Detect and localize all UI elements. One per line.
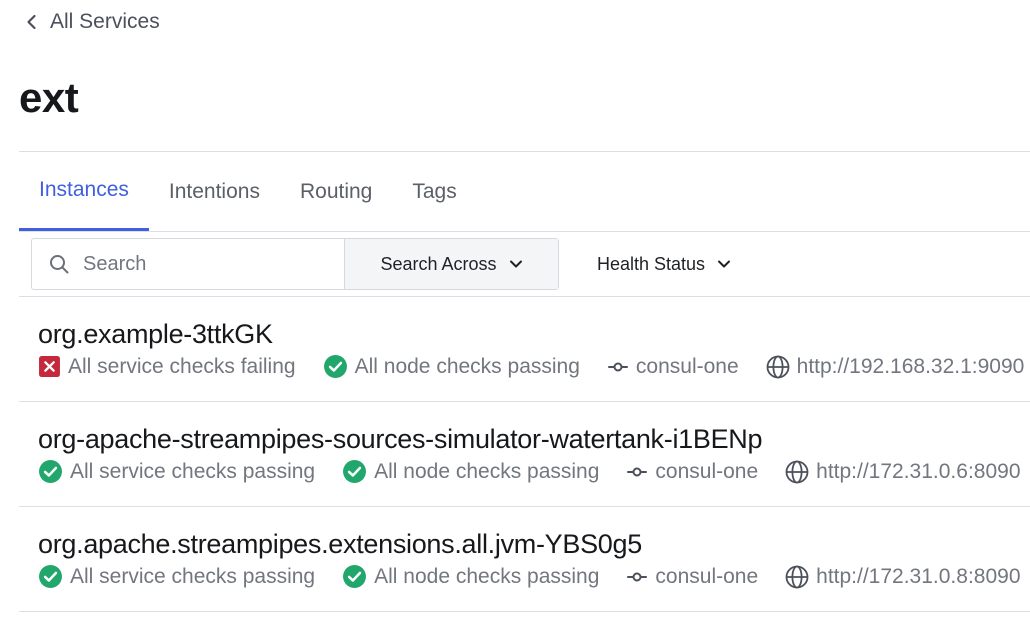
instance-address: http://172.31.0.8:8090 — [785, 564, 1021, 589]
globe-icon — [785, 565, 809, 588]
search-field — [32, 239, 345, 289]
back-link-label: All Services — [50, 10, 160, 33]
check-circle-icon — [343, 565, 367, 588]
node-checks-label: All node checks passing — [354, 354, 580, 378]
instance-address: http://192.168.32.1:9090 — [766, 354, 1025, 379]
node-name: consul-one — [626, 565, 758, 589]
x-square-icon — [39, 356, 60, 377]
node-checks-label: All node checks passing — [374, 459, 600, 483]
service-checks-label: All service checks passing — [70, 564, 316, 588]
check-circle-icon — [39, 460, 62, 483]
git-commit-icon — [607, 362, 628, 371]
search-across-label: Search Across — [380, 253, 497, 274]
divider — [19, 611, 1030, 612]
instance-row[interactable]: org.apache.streampipes.extensions.all.jv… — [19, 507, 1030, 611]
tab-instances[interactable]: Instances — [19, 152, 149, 231]
search-bar: Search Across — [31, 238, 559, 290]
node-label: consul-one — [635, 354, 739, 378]
service-checks-label: All service checks failing — [68, 354, 296, 378]
tab-tags[interactable]: Tags — [392, 152, 476, 231]
instance-meta: All service checks passing All node chec… — [38, 564, 1021, 589]
chevron-down-icon — [509, 260, 522, 268]
address-label: http://192.168.32.1:9090 — [796, 354, 1025, 378]
search-input[interactable] — [81, 251, 305, 277]
health-status-label: Health Status — [597, 253, 706, 274]
tab-bar: Instances Intentions Routing Tags — [19, 152, 477, 231]
divider — [19, 231, 1030, 232]
address-label: http://172.31.0.8:8090 — [816, 564, 1021, 588]
check-circle-icon — [343, 460, 367, 483]
instance-name: org.example-3ttkGK — [38, 319, 273, 349]
globe-icon — [785, 460, 809, 483]
service-checks-status: All service checks passing — [38, 564, 315, 589]
tab-routing[interactable]: Routing — [280, 152, 392, 231]
instance-row[interactable]: org.example-3ttkGK All service checks fa… — [19, 297, 1030, 401]
node-checks-label: All node checks passing — [374, 564, 600, 588]
check-circle-icon — [323, 355, 347, 378]
instance-row[interactable]: org-apache-streampipes-sources-simulator… — [19, 402, 1030, 506]
service-checks-status: All service checks passing — [38, 459, 315, 484]
service-checks-label: All service checks passing — [70, 459, 316, 483]
instance-address: http://172.31.0.6:8090 — [785, 459, 1021, 484]
git-commit-icon — [627, 572, 648, 581]
check-circle-icon — [39, 565, 62, 588]
instance-name: org-apache-streampipes-sources-simulator… — [38, 424, 763, 454]
instance-name: org.apache.streampipes.extensions.all.jv… — [38, 529, 642, 559]
service-checks-status: All service checks failing — [38, 355, 296, 379]
search-across-dropdown[interactable]: Search Across — [345, 239, 558, 289]
health-status-dropdown[interactable]: Health Status — [597, 238, 731, 290]
node-name: consul-one — [607, 355, 739, 379]
instance-meta: All service checks passing All node chec… — [38, 459, 1021, 484]
git-commit-icon — [627, 467, 648, 476]
globe-icon — [766, 355, 790, 378]
chevron-down-icon — [718, 260, 731, 268]
tab-intentions[interactable]: Intentions — [149, 152, 280, 231]
instance-meta: All service checks failing All node chec… — [38, 354, 1024, 379]
chevron-left-icon — [27, 14, 36, 30]
page-title: ext — [19, 74, 79, 121]
node-name: consul-one — [626, 460, 758, 484]
node-checks-status: All node checks passing — [342, 459, 599, 484]
node-label: consul-one — [655, 564, 759, 588]
node-checks-status: All node checks passing — [342, 564, 599, 589]
back-link[interactable]: All Services — [22, 10, 160, 34]
address-label: http://172.31.0.6:8090 — [816, 459, 1021, 483]
search-icon — [50, 255, 69, 274]
node-checks-status: All node checks passing — [323, 354, 580, 379]
node-label: consul-one — [655, 459, 759, 483]
